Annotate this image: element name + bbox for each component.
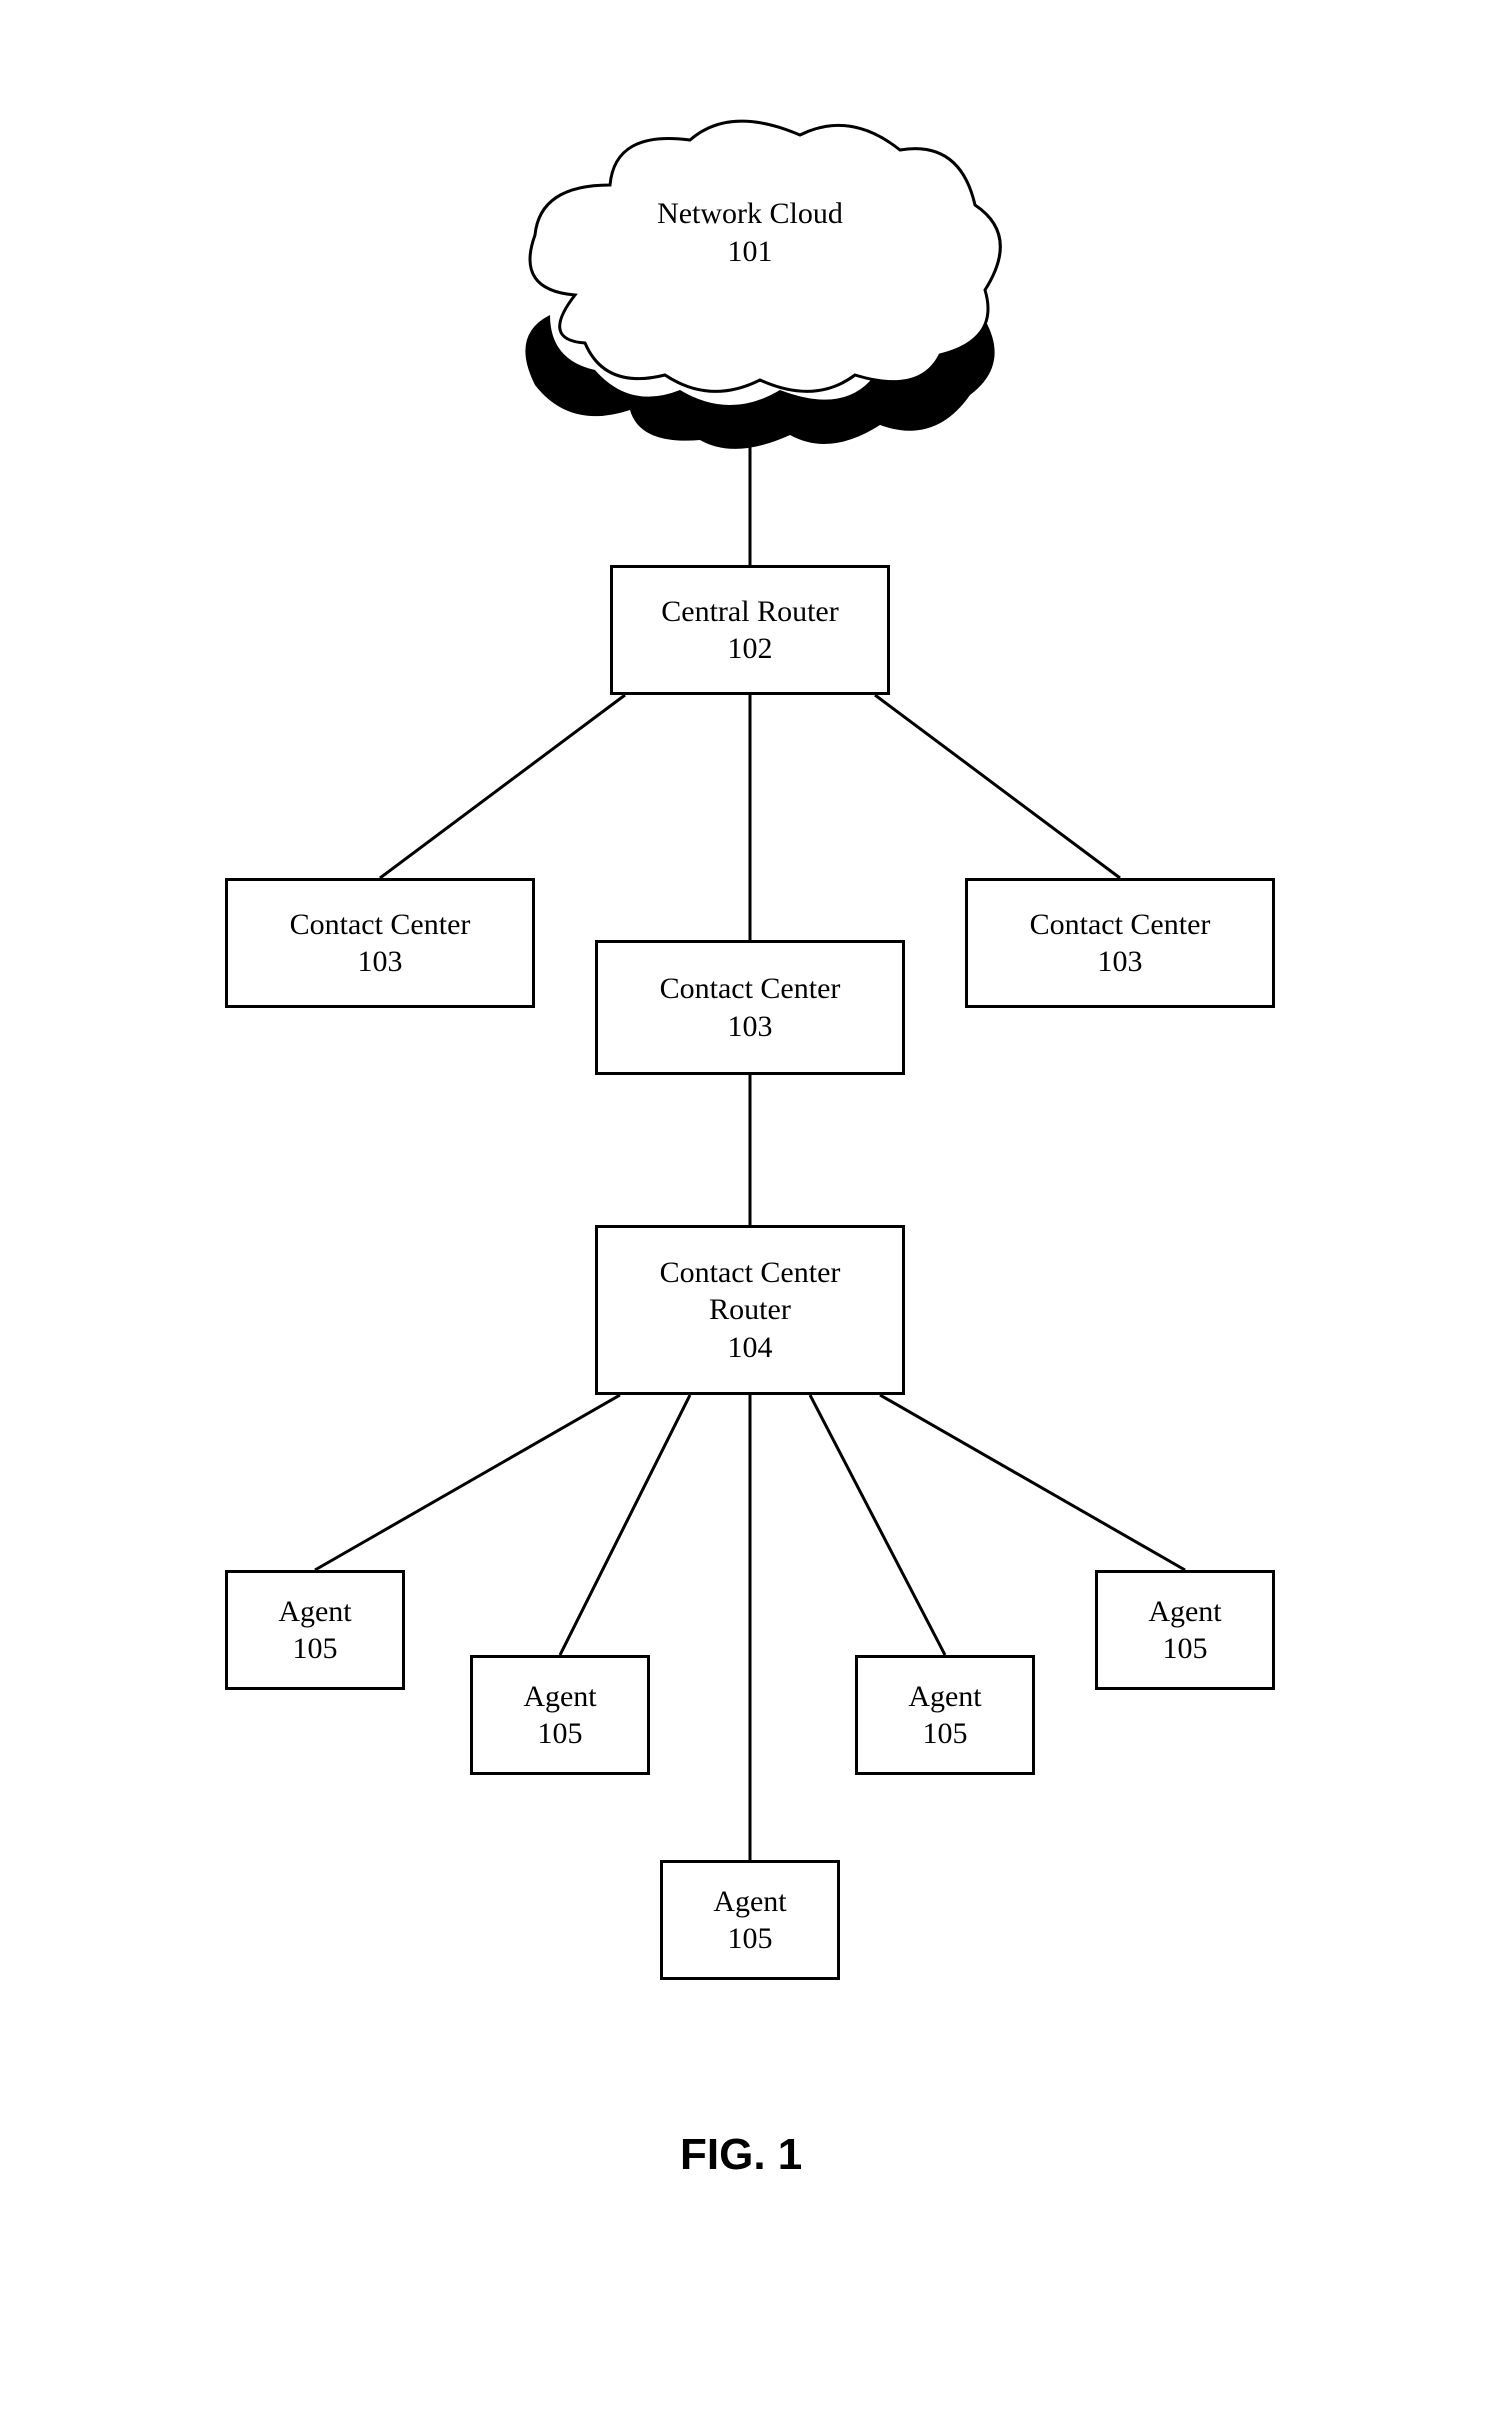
cc-mid-ref: 103	[728, 1008, 773, 1046]
diagram-canvas: Network Cloud 101 Central Router 102 Con…	[0, 0, 1500, 2431]
edge-ccrouter-agent1	[315, 1395, 620, 1570]
cc-router-ref: 104	[728, 1329, 773, 1367]
cc-router-label2: Router	[709, 1291, 791, 1329]
cc-left-label: Contact Center	[290, 906, 471, 944]
cc-mid-label: Contact Center	[660, 970, 841, 1008]
agent-3-node: Agent 105	[660, 1860, 840, 1980]
agent-4-node: Agent 105	[855, 1655, 1035, 1775]
agent-5-label: Agent	[1148, 1593, 1221, 1631]
agent-2-ref: 105	[538, 1715, 583, 1753]
cloud-label: Network Cloud	[657, 197, 843, 230]
agent-4-label: Agent	[908, 1678, 981, 1716]
central-router-label: Central Router	[661, 593, 838, 631]
central-router-ref: 102	[728, 630, 773, 668]
contact-center-left-node: Contact Center 103	[225, 878, 535, 1008]
cc-right-ref: 103	[1098, 943, 1143, 981]
network-cloud-node: Network Cloud 101	[630, 195, 870, 270]
cc-router-label1: Contact Center	[660, 1254, 841, 1292]
agent-4-ref: 105	[923, 1715, 968, 1753]
agent-1-label: Agent	[278, 1593, 351, 1631]
network-cloud-shape	[480, 85, 1020, 465]
agent-3-label: Agent	[713, 1883, 786, 1921]
contact-center-router-node: Contact Center Router 104	[595, 1225, 905, 1395]
edge-router-cc-left	[380, 695, 625, 878]
cc-left-ref: 103	[358, 943, 403, 981]
edge-ccrouter-agent4	[810, 1395, 945, 1655]
agent-5-ref: 105	[1163, 1630, 1208, 1668]
central-router-node: Central Router 102	[610, 565, 890, 695]
agent-3-ref: 105	[728, 1920, 773, 1958]
cloud-ref: 101	[728, 235, 773, 268]
edge-ccrouter-agent5	[880, 1395, 1185, 1570]
agent-1-ref: 105	[293, 1630, 338, 1668]
agent-5-node: Agent 105	[1095, 1570, 1275, 1690]
agent-2-node: Agent 105	[470, 1655, 650, 1775]
edge-router-cc-right	[875, 695, 1120, 878]
agent-1-node: Agent 105	[225, 1570, 405, 1690]
edge-ccrouter-agent2	[560, 1395, 690, 1655]
agent-2-label: Agent	[523, 1678, 596, 1716]
cc-right-label: Contact Center	[1030, 906, 1211, 944]
contact-center-right-node: Contact Center 103	[965, 878, 1275, 1008]
contact-center-mid-node: Contact Center 103	[595, 940, 905, 1075]
